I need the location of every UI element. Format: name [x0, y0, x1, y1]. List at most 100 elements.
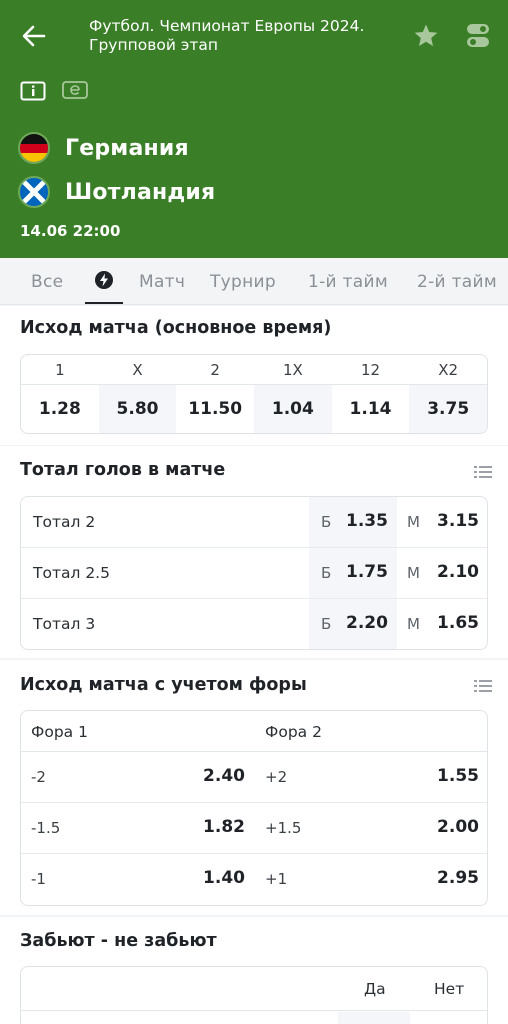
btts-card: Да Нет	[20, 966, 488, 1024]
btts-header: Да Нет	[21, 967, 487, 1011]
outcome-label: 1	[21, 355, 99, 385]
handicap-col1-label: Фора 1	[31, 723, 88, 741]
handicap-card: Фора 1 Фора 2 -2 2.40 +2 1.55 -1.5 1.82 …	[20, 710, 488, 906]
market-tabs: Все Матч Турнир 1-й тайм 2-й тайм	[0, 258, 508, 305]
table-row: Тотал 2 Б 1.35 М 3.15	[21, 497, 487, 548]
totals-section: Тотал голов в матче Тотал 2 Б 1.35 М 3.1…	[0, 446, 508, 658]
btts-section: Забьют - не забьют Да Нет	[0, 917, 508, 1024]
under-prefix: М	[407, 615, 420, 633]
table-row: -1.5 1.82 +1.5 2.00	[21, 803, 487, 854]
handicap2-odds: 1.55	[437, 766, 479, 786]
handicap1-cell[interactable]: -1.5 1.82	[21, 803, 255, 853]
scotland-flag-icon	[18, 176, 50, 208]
btts-yes-cell[interactable]	[338, 1012, 410, 1024]
favorite-star-icon[interactable]	[412, 22, 440, 50]
event-datetime: 14.06 22:00	[20, 222, 121, 240]
outcome-x2[interactable]: X2 3.75	[409, 355, 487, 433]
over-odds: 1.35	[346, 511, 388, 531]
outcome-label: 1X	[254, 355, 332, 385]
handicap2-cell[interactable]: +1 2.95	[255, 854, 487, 904]
over-odds: 1.75	[346, 562, 388, 582]
handicap2-odds: 2.00	[437, 817, 479, 837]
event-title-line1: Футбол. Чемпионат Европы 2024.	[89, 17, 365, 35]
match-result-section: Исход матча (основное время) 1 1.28 X 5.…	[0, 306, 508, 445]
under-prefix: М	[407, 564, 420, 582]
outcome-odds[interactable]: 1.28	[21, 385, 99, 433]
handicap-title: Исход матча с учетом форы	[20, 675, 307, 695]
handicap1-odds: 2.40	[203, 766, 245, 786]
outcome-odds[interactable]: 11.50	[176, 385, 254, 433]
over-prefix: Б	[321, 615, 332, 633]
match-result-card: 1 1.28 X 5.80 2 11.50 1X 1.04 12 1.14 X2…	[20, 354, 488, 434]
under-odds-cell[interactable]: М 1.65	[397, 599, 487, 649]
btts-title: Забьют - не забьют	[20, 931, 217, 951]
list-icon[interactable]	[474, 679, 492, 693]
settings-toggles-icon[interactable]	[466, 23, 490, 49]
under-odds-cell[interactable]: М 2.10	[397, 548, 487, 598]
team-home: Германия	[18, 130, 189, 166]
handicap1-odds: 1.40	[203, 868, 245, 888]
outcome-label: X2	[409, 355, 487, 385]
outcome-odds[interactable]: 3.75	[409, 385, 487, 433]
outcome-x[interactable]: X 5.80	[98, 355, 177, 433]
handicap1-value: -1.5	[31, 819, 61, 837]
back-arrow-icon[interactable]	[20, 22, 48, 50]
totals-title: Тотал голов в матче	[20, 460, 226, 480]
over-odds-cell[interactable]: Б 2.20	[309, 599, 397, 649]
outcome-odds[interactable]: 5.80	[98, 385, 177, 433]
outcome-2[interactable]: 2 11.50	[176, 355, 255, 433]
event-title: Футбол. Чемпионат Европы 2024. Групповой…	[89, 17, 399, 55]
handicap-header: Фора 1 Фора 2	[21, 711, 487, 752]
under-prefix: М	[407, 513, 420, 531]
outcome-12[interactable]: 12 1.14	[331, 355, 410, 433]
over-prefix: Б	[321, 513, 332, 531]
under-odds: 2.10	[437, 562, 479, 582]
tab-all[interactable]: Все	[31, 272, 63, 292]
info-icon[interactable]	[20, 81, 46, 101]
tab-popular[interactable]	[85, 258, 123, 304]
outcome-label: 2	[176, 355, 255, 385]
over-odds-cell[interactable]: Б 1.35	[309, 497, 397, 547]
handicap2-value: +1.5	[265, 819, 302, 837]
table-row: -1 1.40 +1 2.95	[21, 854, 487, 905]
tab-tournament[interactable]: Турнир	[210, 272, 276, 292]
totals-card: Тотал 2 Б 1.35 М 3.15 Тотал 2.5 Б 1.75 М…	[20, 496, 488, 650]
table-row: Тотал 2.5 Б 1.75 М 2.10	[21, 548, 487, 599]
tab-first-half[interactable]: 1-й тайм	[308, 272, 388, 292]
over-odds: 2.20	[346, 613, 388, 633]
handicap-col2-label: Фора 2	[265, 723, 322, 741]
total-label: Тотал 3	[33, 615, 96, 633]
stats-e-icon[interactable]	[62, 81, 88, 99]
handicap1-value: -1	[31, 870, 46, 888]
total-label: Тотал 2	[33, 513, 96, 531]
germany-flag-icon	[18, 132, 50, 164]
handicap1-odds: 1.82	[203, 817, 245, 837]
under-odds: 3.15	[437, 511, 479, 531]
handicap1-cell[interactable]: -2 2.40	[21, 752, 255, 802]
outcome-1x[interactable]: 1X 1.04	[254, 355, 332, 433]
outcome-label: X	[98, 355, 177, 385]
btts-yes-label: Да	[364, 980, 386, 998]
team-home-name: Германия	[65, 135, 189, 161]
total-label: Тотал 2.5	[33, 564, 110, 582]
btts-no-label: Нет	[434, 980, 465, 998]
under-odds-cell[interactable]: М 3.15	[397, 497, 487, 547]
outcome-odds[interactable]: 1.04	[254, 385, 332, 433]
over-prefix: Б	[321, 564, 332, 582]
tab-second-half[interactable]: 2-й тайм	[417, 272, 497, 292]
table-row: Тотал 3 Б 2.20 М 1.65	[21, 599, 487, 649]
outcome-odds[interactable]: 1.14	[332, 385, 410, 433]
lightning-icon	[94, 270, 114, 290]
handicap2-odds: 2.95	[437, 868, 479, 888]
over-odds-cell[interactable]: Б 1.75	[309, 548, 397, 598]
outcome-1[interactable]: 1 1.28	[21, 355, 99, 433]
list-icon[interactable]	[474, 465, 492, 479]
outcome-label: 12	[331, 355, 410, 385]
handicap2-value: +2	[265, 768, 288, 786]
handicap2-value: +1	[265, 870, 288, 888]
under-odds: 1.65	[437, 613, 479, 633]
tab-match[interactable]: Матч	[139, 272, 185, 292]
handicap2-cell[interactable]: +2 1.55	[255, 752, 487, 802]
handicap1-cell[interactable]: -1 1.40	[21, 854, 255, 904]
handicap2-cell[interactable]: +1.5 2.00	[255, 803, 487, 853]
